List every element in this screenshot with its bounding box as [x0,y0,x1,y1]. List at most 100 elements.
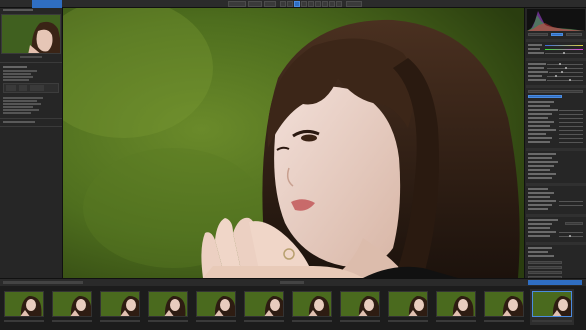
label [528,255,554,257]
tool-icon-2[interactable] [287,1,293,7]
preview-caption [20,56,42,58]
compare-button[interactable] [346,1,362,7]
label [528,188,548,190]
info-line-5 [3,97,43,99]
slider-handle[interactable] [559,63,561,65]
thumbnail-caption [100,320,140,322]
slider-track[interactable] [559,126,583,127]
label [528,153,556,155]
action-button-2[interactable] [528,266,562,269]
slider-track[interactable] [545,49,583,50]
filmstrip-thumbnail[interactable] [482,289,526,325]
tool-icon-8[interactable] [329,1,335,7]
label [528,44,542,46]
slider-handle[interactable] [563,52,565,54]
slider-track[interactable] [559,118,583,119]
copy-button[interactable] [6,85,16,91]
value-box[interactable] [565,222,583,225]
slider-track[interactable] [559,130,583,131]
label [528,129,556,131]
tool-icon-9[interactable] [336,1,342,7]
filmstrip-thumbnail[interactable] [146,289,190,325]
section-header-4[interactable] [526,148,586,151]
toolbar-button-1[interactable] [228,1,246,7]
thumbnail-image [436,291,476,317]
history-header[interactable] [3,121,35,123]
filmstrip-thumbnail[interactable] [50,289,94,325]
label [528,125,550,127]
toolbar-button-2[interactable] [248,1,262,7]
slider-handle[interactable] [565,67,567,69]
paste-button[interactable] [19,85,27,91]
slider-track[interactable] [559,142,583,143]
section-header-2[interactable] [526,58,586,61]
label [528,109,558,111]
thumbnail-image [532,291,572,317]
filmstrip-thumbnail[interactable] [290,289,334,325]
preset-button-active[interactable] [528,95,562,98]
slider-track[interactable] [559,114,583,115]
slider-track[interactable] [559,110,583,111]
navigator-preview[interactable] [1,14,61,54]
slider-track[interactable] [547,64,583,65]
slider-track[interactable] [547,76,583,77]
panel-mode-other[interactable] [566,33,582,36]
label [528,208,548,210]
slider-track[interactable] [559,236,583,237]
tab-develop[interactable] [32,0,62,8]
slider-handle[interactable] [555,75,557,77]
main-photo [63,8,524,278]
left-panel [0,8,63,280]
tool-icon-6[interactable] [315,1,321,7]
filmstrip-thumbnail[interactable] [194,289,238,325]
slider-handle[interactable] [561,71,563,73]
right-panel [524,8,586,280]
section-header-7[interactable] [526,242,586,245]
slider-track[interactable] [559,134,583,135]
crop-icon[interactable] [301,1,307,7]
slider-track[interactable] [547,80,583,81]
slider-handle[interactable] [569,79,571,81]
tool-icon-1[interactable] [280,1,286,7]
tool-icon-7[interactable] [322,1,328,7]
filmstrip-thumbnail[interactable] [338,289,382,325]
panel-mode-active[interactable] [551,33,563,36]
section-header-6[interactable] [526,214,586,217]
slider-track[interactable] [559,205,583,206]
section-header-3[interactable] [526,85,586,88]
info-line-10 [3,112,31,114]
navigator-header [3,9,33,11]
label [528,48,540,50]
action-button-1[interactable] [528,261,562,264]
reset-button[interactable] [30,85,44,91]
filmstrip-thumbnail[interactable] [530,289,574,325]
panel-mode-selector[interactable] [528,33,548,36]
slider-handle[interactable] [569,235,571,237]
label [528,63,546,65]
thumbnail-image [148,291,188,317]
dropdown[interactable] [528,90,583,93]
label [528,101,554,103]
filmstrip-thumbnail[interactable] [98,289,142,325]
image-viewer[interactable] [63,8,524,278]
action-button-3[interactable] [528,271,562,274]
slider-track[interactable] [559,138,583,139]
slider-track[interactable] [549,72,583,73]
filmstrip-thumbnail[interactable] [434,289,478,325]
filmstrip-thumbnail[interactable] [386,289,430,325]
tool-icon-active[interactable] [294,1,300,7]
thumbnail-caption [436,320,476,322]
filmstrip-thumbnail[interactable] [242,289,286,325]
filmstrip-filter-button[interactable] [528,280,582,285]
slider-track[interactable] [545,45,583,46]
divider [0,118,62,119]
toolbar-button-3[interactable] [264,1,276,7]
tool-icon-5[interactable] [308,1,314,7]
section-header-1[interactable] [526,39,586,42]
slider-track[interactable] [559,122,583,123]
slider-track[interactable] [559,201,583,202]
slider-track[interactable] [559,232,583,233]
thumbnail-image [100,291,140,317]
section-header-5[interactable] [526,183,586,186]
filmstrip-thumbnail[interactable] [2,289,46,325]
